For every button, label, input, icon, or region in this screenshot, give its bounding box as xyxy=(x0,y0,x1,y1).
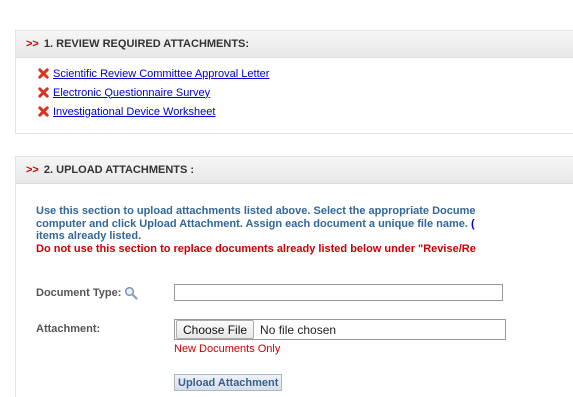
search-icon[interactable] xyxy=(124,286,138,300)
attachment-label: Attachment: xyxy=(36,323,101,335)
list-item: Scientific Review Committee Approval Let… xyxy=(16,64,573,83)
section-arrows: >> xyxy=(26,38,39,50)
section-header: >> 2. UPLOAD ATTACHMENTS : xyxy=(16,157,573,184)
section-arrows: >> xyxy=(26,164,39,176)
choose-file-button[interactable]: Choose File xyxy=(176,320,255,339)
new-documents-note: New Documents Only xyxy=(174,343,281,355)
upload-attachment-button[interactable]: Upload Attachment xyxy=(174,374,283,391)
replace-warning: Do not use this section to replace docum… xyxy=(36,242,476,255)
instructions-line: computer and click Upload Attachment. As… xyxy=(36,218,573,231)
instructions-text: computer and click Upload Attachment. As… xyxy=(36,217,468,230)
red-x-icon xyxy=(38,87,49,98)
document-type-label: Document Type: xyxy=(36,286,138,300)
list-item: Investigational Device Worksheet xyxy=(16,102,573,121)
section-header: >> 1. REVIEW REQUIRED ATTACHMENTS: xyxy=(16,31,573,58)
review-attachments-section: >> 1. REVIEW REQUIRED ATTACHMENTS: Scien… xyxy=(15,30,573,134)
instructions-link[interactable]: ( xyxy=(471,218,475,230)
section-title: 2. UPLOAD ATTACHMENTS : xyxy=(43,164,195,176)
red-x-icon xyxy=(38,68,49,79)
instructions-line: Use this section to upload attachments l… xyxy=(36,205,476,217)
attachment-link-questionnaire[interactable]: Electronic Questionnaire Survey xyxy=(53,87,210,99)
no-file-chosen-text: No file chosen xyxy=(260,322,337,337)
required-attachments-list: Scientific Review Committee Approval Let… xyxy=(16,58,573,121)
document-type-label-text: Document Type: xyxy=(36,287,122,299)
upload-attachments-section: >> 2. UPLOAD ATTACHMENTS : Use this sect… xyxy=(15,156,573,397)
attachment-file-input[interactable]: Choose File No file chosen xyxy=(174,319,506,340)
instructions-line: items already listed. xyxy=(36,230,142,242)
list-item: Electronic Questionnaire Survey xyxy=(16,83,573,102)
attachment-link-device-worksheet[interactable]: Investigational Device Worksheet xyxy=(53,106,215,118)
upload-instructions: Use this section to upload attachments l… xyxy=(36,205,573,255)
red-x-icon xyxy=(38,106,49,117)
attachment-link-scientific-review[interactable]: Scientific Review Committee Approval Let… xyxy=(53,68,269,80)
document-type-input[interactable] xyxy=(174,284,503,301)
section-title: 1. REVIEW REQUIRED ATTACHMENTS: xyxy=(43,38,250,50)
